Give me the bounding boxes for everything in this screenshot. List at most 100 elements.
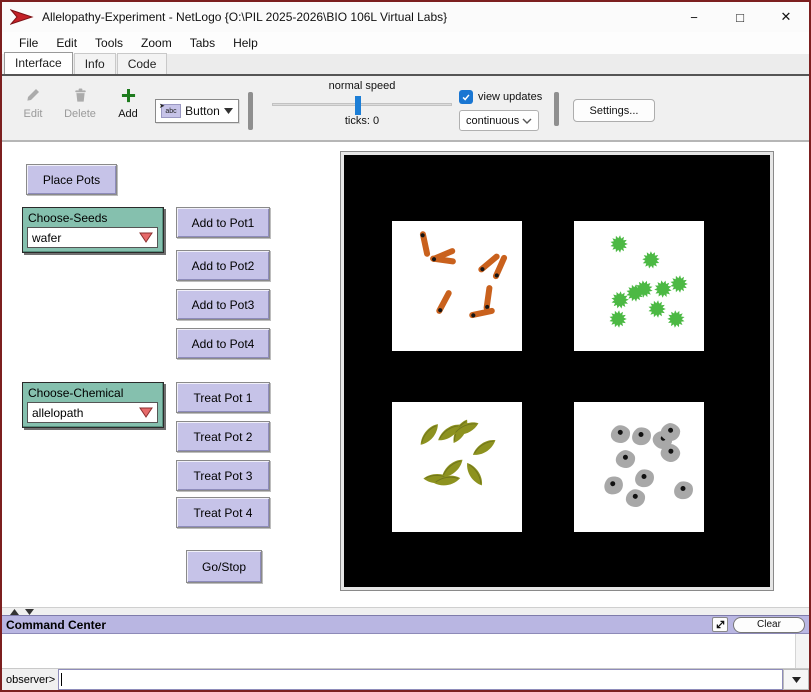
- window-title: Allelopathy-Experiment - NetLogo {O:\PIL…: [42, 10, 447, 24]
- command-input[interactable]: [58, 669, 783, 690]
- delete-tool-button[interactable]: Delete: [57, 86, 103, 120]
- menu-item-tools[interactable]: Tools: [86, 34, 132, 52]
- speed-slider[interactable]: [272, 103, 452, 106]
- add-tool-label: Add: [105, 108, 151, 120]
- widget-type-dropdown[interactable]: abc ➤ Button: [155, 99, 239, 123]
- choose-chemical-value: allelopath: [32, 406, 83, 420]
- menu-item-zoom[interactable]: Zoom: [132, 34, 181, 52]
- choose-chemical-label: Choose-Chemical: [28, 386, 163, 400]
- world-view-frame: [340, 151, 774, 591]
- command-output-scrollbar[interactable]: [795, 634, 809, 668]
- ticks-counter: ticks: 0: [264, 115, 460, 127]
- text-caret: [61, 673, 62, 686]
- trash-icon: [57, 86, 103, 104]
- clear-button[interactable]: Clear: [733, 617, 805, 633]
- update-mode-dropdown[interactable]: continuous: [459, 110, 539, 131]
- bur-seed: [638, 247, 664, 273]
- settings-button[interactable]: Settings...: [573, 99, 655, 122]
- choose-seeds-chooser[interactable]: Choose-Seeds wafer: [22, 207, 164, 253]
- treat-pot-2-button[interactable]: Treat Pot 2: [176, 421, 270, 452]
- interface-panel: Place Pots Choose-Seeds wafer Choose-Che…: [2, 142, 809, 607]
- speed-control: normal speed ticks: 0: [264, 80, 460, 127]
- button-widget-icon: abc ➤: [161, 104, 181, 118]
- title-bar: Allelopathy-Experiment - NetLogo {O:\PIL…: [2, 2, 809, 32]
- pot-4: [574, 402, 704, 532]
- treat-pot-4-button[interactable]: Treat Pot 4: [176, 497, 270, 528]
- widget-type-value: Button: [185, 104, 220, 118]
- pot-1: [392, 221, 522, 351]
- teardrop-seed: [601, 472, 628, 499]
- choose-seeds-label: Choose-Seeds: [28, 211, 163, 225]
- chevron-down-icon: [522, 118, 532, 124]
- command-center-output[interactable]: [2, 634, 809, 669]
- go-stop-button[interactable]: Go/Stop: [186, 550, 262, 583]
- stick-seed: [464, 303, 500, 324]
- stick-seed: [430, 284, 458, 321]
- command-center-expand-button[interactable]: [712, 617, 728, 632]
- add-to-pot-1-button[interactable]: Add to Pot1: [176, 207, 270, 238]
- add-tool-button[interactable]: Add: [105, 86, 151, 120]
- toolbar-separator: [248, 92, 253, 130]
- agent-type-dropdown[interactable]: [783, 669, 809, 690]
- menu-item-edit[interactable]: Edit: [47, 34, 86, 52]
- edit-tool-button[interactable]: Edit: [10, 86, 56, 120]
- add-to-pot-4-button[interactable]: Add to Pot4: [176, 328, 270, 359]
- tab-bar: InterfaceInfoCode: [2, 54, 809, 76]
- treat-pot-1-button[interactable]: Treat Pot 1: [176, 382, 270, 413]
- tab-code[interactable]: Code: [117, 53, 168, 74]
- choose-chemical-chooser[interactable]: Choose-Chemical allelopath: [22, 382, 164, 428]
- menu-item-tabs[interactable]: Tabs: [181, 34, 224, 52]
- dropdown-arrow-icon: [792, 677, 801, 683]
- treat-pot-3-button[interactable]: Treat Pot 3: [176, 460, 270, 491]
- menu-item-help[interactable]: Help: [224, 34, 267, 52]
- add-to-pot-3-button[interactable]: Add to Pot3: [176, 289, 270, 320]
- speed-label: normal speed: [264, 80, 460, 92]
- teardrop-seed: [623, 485, 650, 512]
- dropdown-arrow-icon: [224, 108, 233, 114]
- netlogo-window: Allelopathy-Experiment - NetLogo {O:\PIL…: [0, 0, 811, 692]
- choose-seeds-value: wafer: [32, 231, 61, 245]
- pot-2: [574, 221, 704, 351]
- cursor-icon: ➤: [159, 102, 165, 110]
- world-view[interactable]: [344, 155, 770, 587]
- tab-interface[interactable]: Interface: [4, 52, 73, 74]
- maximize-button[interactable]: □: [717, 2, 763, 32]
- command-center-title: Command Center: [6, 618, 712, 632]
- pot-3: [392, 402, 522, 532]
- bur-seed: [609, 234, 629, 254]
- tab-info[interactable]: Info: [74, 53, 116, 74]
- toolbar: Edit Delete Add abc ➤ Button normal spee…: [2, 76, 809, 142]
- plus-icon: [105, 86, 151, 104]
- minimize-button[interactable]: −: [671, 2, 717, 32]
- view-updates-label: view updates: [478, 91, 542, 103]
- observer-prompt: observer>: [2, 669, 58, 690]
- command-center-header: Command Center Clear: [2, 615, 809, 634]
- speed-slider-handle[interactable]: [355, 96, 361, 115]
- bur-seed: [647, 299, 667, 319]
- menu-item-file[interactable]: File: [10, 34, 47, 52]
- close-button[interactable]: ✕: [763, 2, 809, 32]
- add-to-pot-2-button[interactable]: Add to Pot2: [176, 250, 270, 281]
- netlogo-logo-icon: [10, 8, 34, 26]
- chooser-arrow-icon: [139, 232, 153, 243]
- check-icon: [461, 92, 471, 102]
- toolbar-separator: [554, 92, 559, 126]
- menu-bar: FileEditToolsZoomTabsHelp: [2, 32, 809, 54]
- expand-diagonal-icon: [715, 619, 726, 630]
- splitter-down-icon[interactable]: [25, 609, 34, 615]
- bur-seed: [664, 307, 688, 331]
- choose-seeds-select[interactable]: wafer: [27, 227, 158, 248]
- splitter-up-icon[interactable]: [10, 609, 19, 615]
- teardrop-seed: [673, 479, 696, 502]
- view-updates-checkbox[interactable]: [459, 90, 473, 104]
- leaf-seed: [432, 472, 461, 488]
- place-pots-button[interactable]: Place Pots: [26, 164, 117, 195]
- command-center-splitter[interactable]: [2, 607, 809, 615]
- command-input-row: observer>: [2, 669, 809, 690]
- pencil-icon: [10, 86, 56, 104]
- choose-chemical-select[interactable]: allelopath: [27, 402, 158, 423]
- leaf-seed: [451, 419, 481, 437]
- chooser-arrow-icon: [139, 407, 153, 418]
- bur-seed: [669, 274, 689, 294]
- delete-tool-label: Delete: [57, 108, 103, 120]
